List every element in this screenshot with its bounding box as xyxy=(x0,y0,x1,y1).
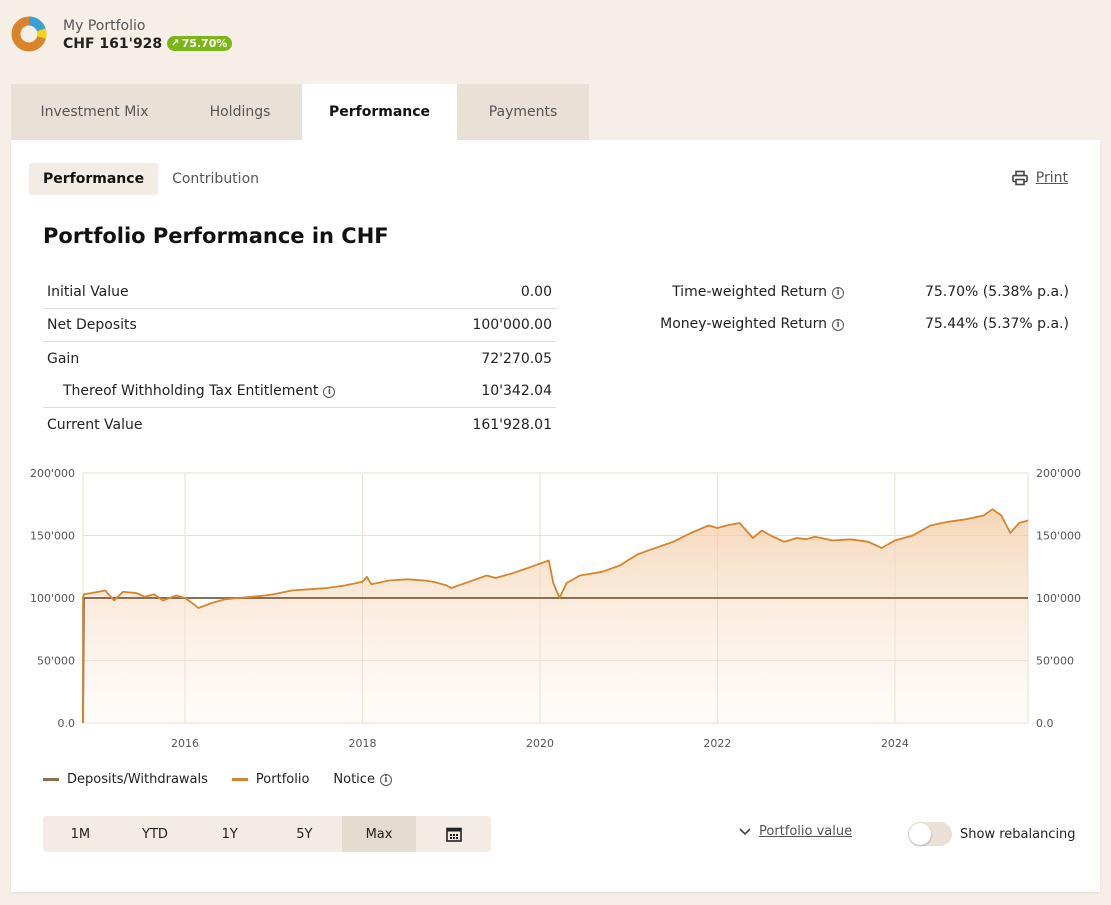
legend-item-deposits[interactable]: Deposits/Withdrawals xyxy=(43,772,208,787)
tab-investment-mix[interactable]: Investment Mix xyxy=(11,84,178,140)
rebalancing-label: Show rebalancing xyxy=(960,826,1076,842)
y-tick-label-left: 50'000 xyxy=(37,655,75,668)
summary-value: 161'928.01 xyxy=(472,416,552,433)
y-tick-label-right: 200'000 xyxy=(1036,467,1081,480)
portfolio-title: My Portfolio xyxy=(63,17,146,34)
rebalancing-toggle-group: Show rebalancing xyxy=(908,822,1076,846)
portfolio-header: My Portfolio CHF 161'928 ↗ 75.70% xyxy=(10,12,233,56)
print-button[interactable]: Print xyxy=(1011,170,1068,186)
legend-swatch xyxy=(43,778,59,781)
legend-label: Notice xyxy=(333,772,375,787)
subtabs: Performance Contribution xyxy=(29,163,273,195)
calendar-icon xyxy=(445,827,462,842)
tab-payments[interactable]: Payments xyxy=(457,84,589,140)
summary-row-initial-value: Initial Value 0.00 xyxy=(43,276,556,309)
tab-performance[interactable]: Performance xyxy=(302,84,457,140)
tab-holdings[interactable]: Holdings xyxy=(178,84,302,140)
return-row-money-weighted: Money-weighted Return i 75.44% (5.37% p.a… xyxy=(651,308,1069,340)
summary-value: 72'270.05 xyxy=(481,350,552,367)
return-row-time-weighted: Time-weighted Return i 75.70% (5.38% p.a.… xyxy=(651,276,1069,308)
gain-badge-value: 75.70% xyxy=(181,37,228,50)
x-tick-label: 2024 xyxy=(881,737,909,750)
y-tick-label-right: 0.0 xyxy=(1036,717,1054,730)
portfolio-donut-icon xyxy=(11,16,47,52)
rebalancing-toggle[interactable] xyxy=(908,822,952,846)
summary-value: 10'342.04 xyxy=(481,383,552,399)
return-label: Money-weighted Return xyxy=(660,316,827,332)
period-button-1m[interactable]: 1M xyxy=(43,816,118,852)
summary-label: Initial Value xyxy=(47,284,129,300)
x-tick-label: 2020 xyxy=(526,737,554,750)
returns-table: Time-weighted Return i 75.70% (5.38% p.a.… xyxy=(651,276,1069,340)
printer-icon xyxy=(1011,170,1028,186)
info-icon[interactable]: i xyxy=(379,773,392,786)
subtab-performance[interactable]: Performance xyxy=(29,163,159,195)
y-tick-label-left: 100'000 xyxy=(30,592,75,605)
legend-swatch xyxy=(231,778,248,781)
period-button-max[interactable]: Max xyxy=(341,816,417,852)
return-value: 75.70% (5.38% p.a.) xyxy=(924,284,1069,300)
arrow-up-right-icon: ↗ xyxy=(171,38,180,49)
info-icon[interactable]: i xyxy=(832,287,844,299)
y-tick-label-right: 50'000 xyxy=(1036,655,1074,668)
main-tabs: Investment Mix Holdings Performance Paym… xyxy=(11,84,589,140)
summary-row-net-deposits: Net Deposits 100'000.00 xyxy=(43,309,556,342)
x-tick-label: 2018 xyxy=(349,737,377,750)
return-value: 75.44% (5.37% p.a.) xyxy=(924,316,1069,332)
period-selector: 1M YTD 1Y 5Y Max xyxy=(43,816,491,852)
y-tick-label-left: 150'000 xyxy=(30,530,75,543)
summary-row-gain: Gain 72'270.05 xyxy=(43,342,556,375)
summary-value: 0.00 xyxy=(520,284,552,300)
legend-item-notice[interactable]: Notice i xyxy=(333,772,392,787)
period-button-5y[interactable]: 5Y xyxy=(267,816,342,852)
portfolio-value-label: Portfolio value xyxy=(759,824,853,839)
summary-value: 100'000.00 xyxy=(472,317,552,333)
return-label: Time-weighted Return xyxy=(672,284,827,300)
summary-label: Thereof Withholding Tax Entitlement xyxy=(63,383,319,399)
info-icon[interactable]: i xyxy=(832,319,844,331)
x-tick-label: 2016 xyxy=(171,737,199,750)
legend-item-portfolio[interactable]: Portfolio xyxy=(231,772,310,787)
chevron-down-icon xyxy=(739,827,751,835)
summary-row-current-value: Current Value 161'928.01 xyxy=(43,408,556,441)
summary-row-withholding-tax: Thereof Withholding Tax Entitlement i 10'… xyxy=(43,375,556,408)
performance-card: Performance Contribution Print Portfolio… xyxy=(11,140,1100,892)
info-icon[interactable]: i xyxy=(323,386,336,398)
legend-label: Portfolio xyxy=(255,772,310,787)
gain-badge: ↗ 75.70% xyxy=(167,36,233,51)
performance-chart: 0.0 0.0 50'000 50'000 100'000 100'000 150'000 1… xyxy=(30,467,1081,750)
toggle-knob xyxy=(909,823,931,845)
chart-legend: Deposits/Withdrawals Portfolio Notice i xyxy=(43,772,416,787)
period-button-1y[interactable]: 1Y xyxy=(192,816,267,852)
summary-label: Net Deposits xyxy=(47,317,137,333)
period-button-calendar[interactable] xyxy=(416,816,491,852)
y-tick-label-right: 100'000 xyxy=(1036,592,1081,605)
portfolio-value: CHF 161'928 xyxy=(63,35,163,52)
period-button-ytd[interactable]: YTD xyxy=(118,816,193,852)
print-label: Print xyxy=(1035,170,1068,186)
y-tick-label-right: 150'000 xyxy=(1036,530,1081,543)
y-tick-label-left: 200'000 xyxy=(30,467,75,480)
summary-label: Current Value xyxy=(47,416,143,433)
page-title: Portfolio Performance in CHF xyxy=(43,224,389,248)
x-tick-label: 2022 xyxy=(703,737,731,750)
summary-label: Gain xyxy=(47,350,80,367)
y-tick-label-left: 0.0 xyxy=(58,717,76,730)
subtab-contribution[interactable]: Contribution xyxy=(158,163,273,195)
legend-label: Deposits/Withdrawals xyxy=(67,772,208,787)
portfolio-value-dropdown[interactable]: Portfolio value xyxy=(739,824,852,839)
portfolio-area-fill xyxy=(83,509,1028,723)
summary-table: Initial Value 0.00 Net Deposits 100'000.… xyxy=(43,276,556,441)
